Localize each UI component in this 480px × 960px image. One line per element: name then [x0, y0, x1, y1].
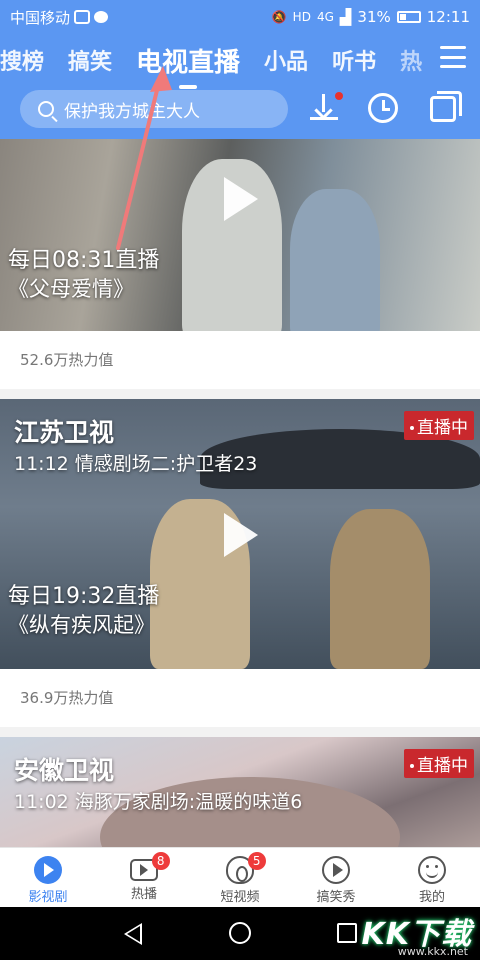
history-icon[interactable]: [368, 93, 398, 123]
clock: 12:11: [426, 8, 470, 26]
notification-badge: 8: [151, 852, 170, 870]
current-program: 11:02 海豚万家剧场:温暖的味道6: [14, 791, 303, 813]
tab-tingshu[interactable]: 听书: [320, 44, 388, 76]
back-icon[interactable]: [124, 923, 142, 945]
video-thumbnail[interactable]: 江苏卫视 11:12 情感剧场二:护卫者23 直播中 每日19:32直播 《纵有…: [0, 399, 480, 669]
current-program: 11:12 情感剧场二:护卫者23: [14, 453, 258, 475]
search-placeholder: 保护我方城主大人: [64, 101, 200, 122]
bottom-navigation: 影视剧 热播 8 短视频 5 搞笑秀 我的: [0, 847, 480, 907]
system-navigation-bar: KK下载 www.kkx.net: [0, 907, 480, 960]
watermark-url: www.kkx.net: [397, 945, 468, 958]
battery-icon: [396, 11, 421, 23]
nav-label: 热播: [130, 887, 157, 902]
tab-tv-live[interactable]: 电视直播: [124, 42, 252, 79]
hd-label: HD: [292, 10, 311, 24]
channel-name: 江苏卫视: [14, 418, 115, 447]
home-icon[interactable]: [229, 922, 251, 944]
signal-icon: ▟: [339, 8, 352, 26]
heat-value: 36.9万热力值: [0, 669, 480, 727]
status-bar: 中国移动 🔕 HD 4G ▟ 31% 12:11: [0, 0, 480, 34]
live-badge: 直播中: [404, 749, 474, 778]
menu-icon[interactable]: [440, 46, 466, 68]
video-thumbnail[interactable]: 每日08:31直播 《父母爱情》: [0, 139, 480, 331]
schedule-text: 每日08:31直播 《父母爱情》: [8, 248, 160, 301]
thumbnail-figure: [330, 509, 430, 669]
nav-label: 影视剧: [28, 890, 68, 905]
download-notification-dot: [335, 92, 343, 100]
app-header: 中国移动 🔕 HD 4G ▟ 31% 12:11 搜榜 搞笑 电视直播 小品 听…: [0, 0, 480, 139]
channel-name: 安徽卫视: [14, 756, 115, 785]
battery-percent: 31%: [357, 8, 391, 26]
show-title: 《父母爱情》: [8, 277, 134, 301]
film-icon: [34, 856, 62, 884]
tab-gaoxiao[interactable]: 搞笑: [56, 44, 124, 76]
thumbnail-figure: [290, 189, 380, 331]
network-label: 4G: [316, 10, 334, 24]
nav-label: 我的: [418, 890, 445, 905]
app-notification-icon: [74, 10, 91, 24]
search-icon: [38, 101, 54, 117]
nav-label: 短视频: [220, 890, 260, 905]
nav-movies[interactable]: 影视剧: [0, 848, 96, 907]
nav-short-video[interactable]: 短视频 5: [192, 848, 288, 907]
search-input[interactable]: 保护我方城主大人: [20, 90, 288, 128]
tab-soubang[interactable]: 搜榜: [0, 44, 56, 76]
video-thumbnail[interactable]: 安徽卫视 11:02 海豚万家剧场:温暖的味道6 直播中: [0, 737, 480, 847]
screen-cast-icon[interactable]: [430, 91, 462, 122]
schedule-text: 每日19:32直播 《纵有疾风起》: [8, 584, 160, 637]
carrier-label: 中国移动: [10, 8, 71, 27]
nav-label: 搞笑秀: [316, 890, 356, 905]
show-title: 《纵有疾风起》: [8, 613, 155, 637]
smile-icon: [418, 856, 446, 884]
nav-me[interactable]: 我的: [384, 848, 480, 907]
heat-value: 52.6万热力值: [0, 331, 480, 389]
play-icon[interactable]: [224, 513, 258, 557]
nav-hot[interactable]: 热播 8: [96, 848, 192, 907]
feed-card[interactable]: 安徽卫视 11:02 海豚万家剧场:温暖的味道6 直播中: [0, 737, 480, 847]
tab-xiaopin[interactable]: 小品: [252, 44, 320, 76]
notification-badge: 5: [247, 852, 266, 870]
message-icon: [94, 11, 109, 23]
play-icon[interactable]: [224, 177, 258, 221]
download-icon[interactable]: [308, 92, 343, 124]
mute-icon: 🔕: [271, 10, 287, 24]
recent-apps-icon[interactable]: [337, 923, 357, 943]
search-row: 保护我方城主大人: [0, 88, 480, 132]
live-feed: 每日08:31直播 《父母爱情》 52.6万热力值 江苏卫视 11:12 情感剧…: [0, 139, 480, 847]
tab-re[interactable]: 热: [388, 44, 434, 76]
play-icon: [322, 856, 350, 884]
feed-card[interactable]: 每日08:31直播 《父母爱情》 52.6万热力值: [0, 139, 480, 389]
category-tabs: 搜榜 搞笑 电视直播 小品 听书 热: [0, 38, 480, 82]
feed-card[interactable]: 江苏卫视 11:12 情感剧场二:护卫者23 直播中 每日19:32直播 《纵有…: [0, 399, 480, 727]
nav-funny-show[interactable]: 搞笑秀: [288, 848, 384, 907]
live-badge: 直播中: [404, 411, 474, 440]
